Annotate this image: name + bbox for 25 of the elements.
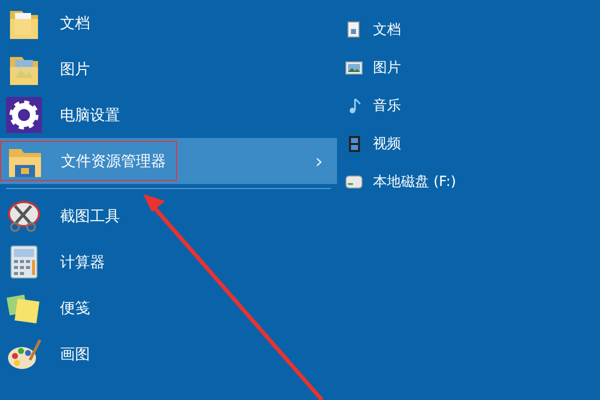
app-label: 截图工具 — [60, 206, 120, 226]
app-item[interactable]: 截图工具 — [0, 193, 337, 239]
picture-icon — [345, 59, 363, 77]
scissors-icon — [6, 198, 42, 234]
jump-list-item[interactable]: 文档 — [373, 21, 401, 39]
app-label: 文件资源管理器 — [61, 152, 166, 170]
gear-icon — [6, 97, 42, 133]
drive-icon — [345, 173, 363, 191]
jump-list-item[interactable]: 视频 — [373, 135, 401, 153]
app-label: 便笺 — [60, 298, 90, 318]
app-label: 电脑设置 — [60, 106, 120, 124]
app-label: 计算器 — [60, 252, 105, 272]
app-item[interactable]: 画图 — [0, 331, 337, 377]
jump-list-item[interactable]: 本地磁盘 (F:) — [373, 173, 456, 191]
app-label: 文档 — [60, 14, 90, 32]
app-item[interactable]: 计算器 — [0, 239, 337, 285]
app-item[interactable]: 文件资源管理器 › — [0, 138, 337, 184]
app-item[interactable]: 电脑设置 — [0, 92, 337, 138]
jump-list-item[interactable]: 图片 — [373, 59, 401, 77]
app-label: 画图 — [60, 344, 90, 364]
jump-list-item[interactable]: 音乐 — [373, 97, 401, 115]
app-item[interactable]: 便笺 — [0, 285, 337, 331]
app-item[interactable]: 文档 — [0, 0, 337, 46]
app-label: 图片 — [60, 60, 90, 78]
app-item[interactable]: 图片 — [0, 46, 337, 92]
